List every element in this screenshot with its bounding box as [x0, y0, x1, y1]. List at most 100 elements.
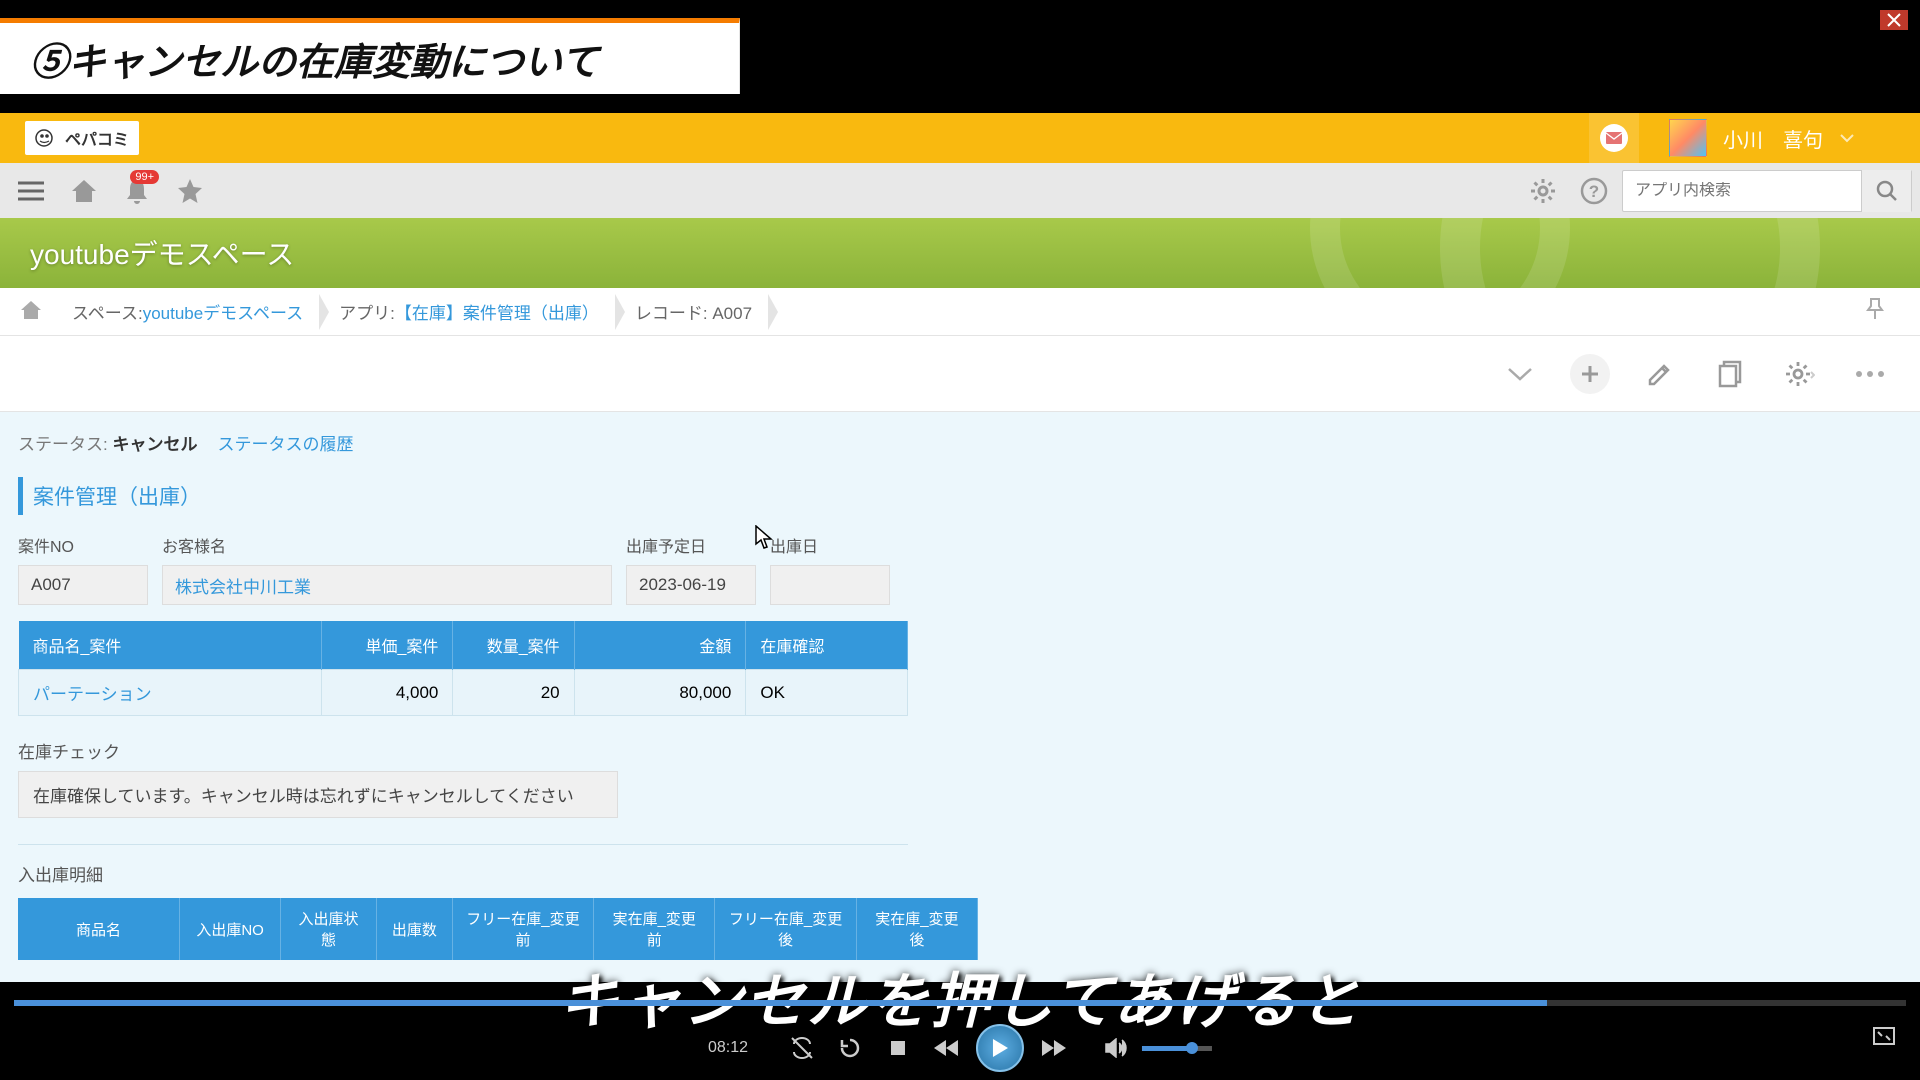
gear-icon	[1785, 359, 1815, 389]
divider	[18, 844, 908, 845]
volume-thumb	[1186, 1042, 1198, 1054]
cursor-icon	[755, 525, 773, 551]
volume-slider[interactable]	[1142, 1046, 1212, 1051]
edit-record-button[interactable]	[1640, 354, 1680, 394]
breadcrumb-space-link: youtubeデモスペース	[143, 299, 303, 324]
home-icon	[20, 300, 42, 320]
stock-check-label: 在庫チェック	[18, 738, 1902, 763]
replay-button[interactable]	[832, 1030, 868, 1066]
copy-record-button[interactable]	[1710, 354, 1750, 394]
settings-button[interactable]	[1520, 168, 1565, 213]
items-header-qty: 数量_案件	[453, 621, 574, 670]
mail-button[interactable]	[1589, 113, 1639, 163]
rewind-icon	[932, 1038, 960, 1058]
customer-label: お客様名	[162, 533, 612, 557]
progress-bar[interactable]	[14, 1000, 1906, 1006]
help-button[interactable]: ?	[1571, 168, 1616, 213]
items-header-unit-price: 単価_案件	[322, 621, 453, 670]
breadcrumb-app[interactable]: アプリ: 【在庫】案件管理（出庫）	[321, 299, 617, 324]
detail-header-io-status: 入出庫状態	[281, 898, 377, 960]
items-stock-check-value: OK	[746, 670, 908, 716]
shipped-date-value	[770, 565, 890, 605]
forward-icon	[1040, 1038, 1068, 1058]
replay-icon	[838, 1036, 862, 1060]
detail-header-actual-before: 実在庫_変更前	[594, 898, 715, 960]
chevron-down-icon	[1506, 366, 1534, 382]
video-controls: 08:12	[0, 990, 1920, 1080]
favorite-button[interactable]	[167, 168, 212, 213]
items-table: 商品名_案件 単価_案件 数量_案件 金額 在庫確認 パーテーション 4,000…	[18, 621, 908, 716]
loop-off-icon	[790, 1036, 814, 1060]
pin-button[interactable]	[1866, 298, 1890, 325]
search-box	[1622, 170, 1912, 212]
items-header-stock-check: 在庫確認	[746, 621, 908, 670]
star-icon	[176, 178, 204, 204]
video-time-text: 08:12	[708, 1039, 748, 1057]
breadcrumb: スペース: youtubeデモスペース アプリ: 【在庫】案件管理（出庫） レコ…	[0, 288, 1920, 336]
rewind-button[interactable]	[928, 1030, 964, 1066]
edit-icon	[1646, 360, 1674, 388]
scheduled-date-label: 出庫予定日	[626, 533, 756, 557]
progress-fill	[14, 1000, 1547, 1006]
space-header: youtubeデモスペース	[0, 218, 1920, 288]
detail-header-io-no: 入出庫NO	[180, 898, 281, 960]
more-icon	[1854, 370, 1886, 378]
volume-button[interactable]	[1098, 1030, 1134, 1066]
items-unit-price-value: 4,000	[322, 670, 453, 716]
menu-button[interactable]	[8, 168, 53, 213]
shipped-date-label: 出庫日	[770, 533, 890, 557]
svg-text:?: ?	[1588, 182, 1598, 201]
status-history-link[interactable]: ステータスの履歴	[217, 430, 353, 455]
play-button[interactable]	[976, 1024, 1024, 1072]
detail-header-ship-qty: 出庫数	[377, 898, 453, 960]
stop-button[interactable]	[880, 1030, 916, 1066]
hamburger-icon	[18, 181, 44, 201]
space-title: youtubeデモスペース	[30, 233, 294, 273]
items-amount-value: 80,000	[574, 670, 746, 716]
home-icon	[70, 178, 98, 204]
detail-table: 商品名 入出庫NO 入出庫状態 出庫数 フリー在庫_変更前 実在庫_変更前 フリ…	[18, 898, 978, 960]
fullscreen-button[interactable]	[1872, 1026, 1896, 1051]
user-name-text: 小川 喜句	[1723, 124, 1823, 153]
customer-value[interactable]: 株式会社中川工業	[162, 565, 612, 605]
breadcrumb-space-prefix: スペース:	[72, 299, 143, 324]
forward-button[interactable]	[1036, 1030, 1072, 1066]
detail-header-free-after: フリー在庫_変更後	[715, 898, 856, 960]
table-row: パーテーション 4,000 20 80,000 OK	[19, 670, 908, 716]
chapter-title-text: ⑤キャンセルの在庫変動について	[30, 31, 709, 86]
breadcrumb-app-prefix: アプリ:	[339, 299, 395, 324]
detail-header-product: 商品名	[18, 898, 180, 960]
search-button[interactable]	[1861, 170, 1911, 212]
scheduled-date-value: 2023-06-19	[626, 565, 756, 605]
user-menu[interactable]: 小川 喜句	[1669, 119, 1895, 157]
loop-off-button[interactable]	[784, 1030, 820, 1066]
items-header-product: 商品名_案件	[19, 621, 322, 670]
detail-label: 入出庫明細	[18, 861, 1902, 886]
record-settings-button[interactable]	[1780, 354, 1820, 394]
breadcrumb-home[interactable]	[20, 300, 44, 324]
app-logo[interactable]: ペパコミ	[25, 121, 139, 155]
breadcrumb-app-link: 【在庫】案件管理（出庫）	[395, 299, 599, 324]
dropdown-button[interactable]	[1500, 354, 1540, 394]
close-icon	[1887, 13, 1901, 27]
stop-icon	[888, 1038, 908, 1058]
app-header: ペパコミ 小川 喜句	[0, 113, 1920, 163]
status-label: ステータス:	[18, 435, 112, 454]
mail-icon	[1606, 132, 1622, 144]
case-no-value: A007	[18, 565, 148, 605]
section-heading: 案件管理（出庫）	[18, 477, 1902, 515]
add-record-button[interactable]	[1570, 354, 1610, 394]
items-product-value[interactable]: パーテーション	[19, 670, 322, 716]
status-row: ステータス: キャンセル ステータスの履歴	[18, 430, 1902, 455]
more-actions-button[interactable]	[1850, 354, 1890, 394]
plus-icon	[1579, 363, 1601, 385]
breadcrumb-space[interactable]: スペース: youtubeデモスペース	[54, 299, 321, 324]
breadcrumb-record-text: レコード: A007	[635, 299, 752, 324]
home-button[interactable]	[61, 168, 106, 213]
status-value: キャンセル	[112, 435, 197, 454]
window-close-button[interactable]	[1880, 10, 1908, 30]
notifications-button[interactable]: 99+	[114, 168, 159, 213]
search-input[interactable]	[1623, 182, 1861, 200]
gear-icon	[1529, 177, 1557, 205]
items-qty-value: 20	[453, 670, 574, 716]
